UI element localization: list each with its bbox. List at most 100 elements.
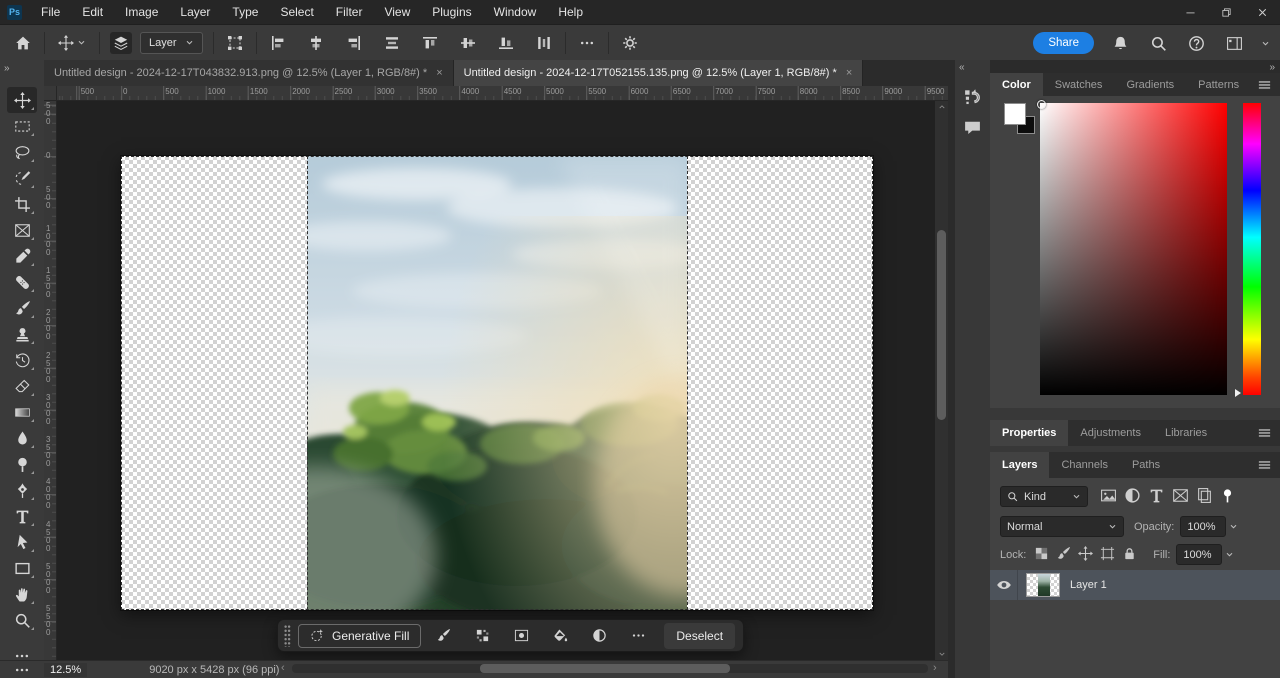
deselect-button[interactable]: Deselect (664, 623, 735, 649)
move-tool-preset[interactable] (55, 32, 89, 54)
close-tab-icon[interactable]: × (436, 67, 442, 79)
menu-layer[interactable]: Layer (169, 0, 221, 24)
menu-file[interactable]: File (30, 0, 71, 24)
transform-controls-toggle[interactable] (224, 32, 246, 54)
scroll-down-arrow[interactable] (935, 648, 948, 660)
align-left-button[interactable] (267, 32, 289, 54)
toolbar-more-button[interactable] (0, 662, 44, 678)
document-canvas[interactable] (121, 156, 873, 610)
align-bottom-button[interactable] (495, 32, 517, 54)
zoom-level-field[interactable]: 12.5% (44, 663, 87, 677)
clone-stamp-tool[interactable] (7, 321, 37, 347)
scroll-up-arrow[interactable] (935, 101, 948, 113)
move-tool[interactable] (7, 87, 37, 113)
layer-filter-dropdown[interactable]: Kind (1000, 486, 1088, 507)
mask-taskbar-button[interactable] (506, 624, 536, 648)
rectangle-tool[interactable] (7, 555, 37, 581)
lock-move-icon[interactable] (1078, 546, 1093, 564)
collapse-toolbar-button[interactable]: » (4, 63, 9, 74)
panel-menu-icon[interactable] (1257, 426, 1272, 441)
close-window-button[interactable] (1244, 0, 1280, 24)
horizontal-scroll-thumb[interactable] (480, 664, 730, 673)
dodge-tool[interactable] (7, 451, 37, 477)
frame-tool[interactable] (7, 217, 37, 243)
lock-brush-icon[interactable] (1056, 546, 1071, 564)
document-tab-2[interactable]: Untitled design - 2024-12-17T052155.135.… (454, 60, 864, 86)
filter-toggle-icon[interactable] (1221, 488, 1234, 505)
menu-image[interactable]: Image (114, 0, 169, 24)
home-button[interactable] (12, 32, 34, 54)
tab-paths[interactable]: Paths (1120, 452, 1172, 478)
lock-padlock-icon[interactable] (1122, 546, 1137, 564)
more-options-button[interactable] (576, 32, 598, 54)
type-filter-icon[interactable] (1148, 487, 1165, 507)
tab-patterns[interactable]: Patterns (1186, 73, 1251, 96)
tab-gradients[interactable]: Gradients (1114, 73, 1186, 96)
fill-taskbar-button[interactable] (545, 624, 575, 648)
hand-tool[interactable] (7, 581, 37, 607)
share-button[interactable]: Share (1033, 32, 1094, 54)
hue-slider-marker[interactable] (1235, 389, 1241, 397)
generative-fill-button[interactable]: Generative Fill (298, 624, 421, 648)
history-icon[interactable] (963, 88, 982, 107)
invert-selection-taskbar-button[interactable] (467, 624, 497, 648)
tab-properties[interactable]: Properties (990, 420, 1068, 446)
menu-filter[interactable]: Filter (325, 0, 374, 24)
spot-healing-brush-tool[interactable] (7, 269, 37, 295)
saturation-brightness-box[interactable] (1040, 103, 1227, 395)
auto-select-target-dropdown[interactable]: Layer (140, 32, 203, 54)
blur-tool[interactable] (7, 425, 37, 451)
comment-icon[interactable] (963, 118, 982, 137)
tab-libraries[interactable]: Libraries (1153, 420, 1219, 446)
adjustment-icon[interactable] (1124, 487, 1141, 507)
vertical-scroll-thumb[interactable] (937, 230, 946, 420)
path-selection-tool[interactable] (7, 529, 37, 555)
tab-color[interactable]: Color (990, 73, 1043, 96)
workspace-button[interactable] (1223, 32, 1246, 55)
rectangular-marquee-tool[interactable] (7, 113, 37, 139)
menu-window[interactable]: Window (483, 0, 548, 24)
chevron-down-icon[interactable] (1225, 550, 1234, 559)
fill-field[interactable]: 100% (1176, 544, 1222, 565)
distribute-v-button[interactable] (533, 32, 555, 54)
bell-button[interactable] (1109, 32, 1132, 55)
layer-visibility-toggle[interactable] (990, 570, 1018, 600)
collapse-panels-button[interactable]: « (959, 62, 964, 73)
help-button[interactable] (1185, 32, 1208, 55)
image-icon[interactable] (1100, 487, 1117, 507)
minimize-window-button[interactable] (1172, 0, 1208, 24)
auto-select-toggle[interactable] (110, 32, 132, 54)
menu-select[interactable]: Select (269, 0, 324, 24)
expand-panels-button[interactable]: » (1269, 62, 1274, 73)
menu-edit[interactable]: Edit (71, 0, 114, 24)
distribute-h-button[interactable] (381, 32, 403, 54)
panel-menu-icon[interactable] (1257, 77, 1272, 92)
eyedropper-tool[interactable] (7, 243, 37, 269)
frame-icon[interactable] (1172, 487, 1189, 507)
tab-layers[interactable]: Layers (990, 452, 1049, 478)
search-button[interactable] (1147, 32, 1170, 55)
layer-name[interactable]: Layer 1 (1070, 579, 1107, 591)
lock-artboard-icon[interactable] (1100, 546, 1115, 564)
type-tool[interactable] (7, 503, 37, 529)
color-picker-ring[interactable] (1037, 100, 1046, 109)
align-top-button[interactable] (419, 32, 441, 54)
chevron-down-icon[interactable] (1261, 39, 1270, 48)
settings-button[interactable] (619, 32, 641, 54)
layer-row[interactable]: Layer 1 (990, 570, 1280, 600)
tab-channels[interactable]: Channels (1049, 452, 1119, 478)
panel-menu-icon[interactable] (1257, 458, 1272, 473)
document-tab-1[interactable]: Untitled design - 2024-12-17T043832.913.… (44, 60, 454, 86)
object-selection-tool[interactable] (7, 165, 37, 191)
layer-thumbnail[interactable] (1026, 573, 1060, 597)
brush-tool[interactable] (7, 295, 37, 321)
smart-object-icon[interactable] (1196, 487, 1213, 507)
align-right-button[interactable] (343, 32, 365, 54)
pen-tool[interactable] (7, 477, 37, 503)
chevron-down-icon[interactable] (1229, 522, 1238, 531)
align-center-h-button[interactable] (305, 32, 327, 54)
ellipsis-taskbar-button[interactable] (623, 624, 653, 648)
tab-adjustments[interactable]: Adjustments (1068, 420, 1153, 446)
canvas-viewport[interactable] (57, 101, 935, 660)
blend-mode-dropdown[interactable]: Normal (1000, 516, 1124, 537)
